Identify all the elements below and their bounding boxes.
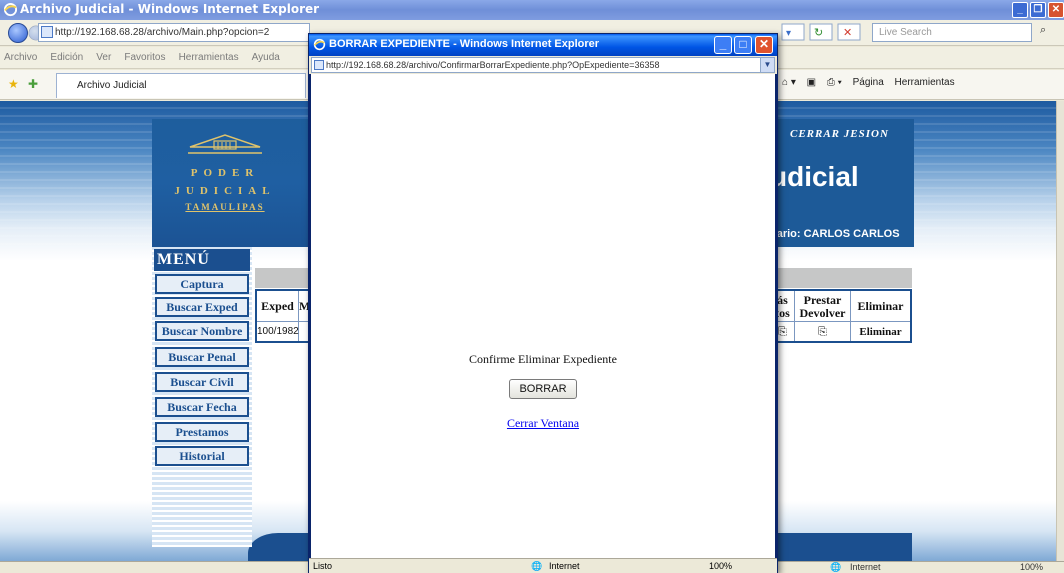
search-icon[interactable]: ⌕ (1040, 24, 1046, 37)
menu-archivo[interactable]: Archivo (4, 52, 37, 63)
menu-buscar-civil-button[interactable]: Buscar Civil (155, 372, 249, 392)
menu-edicion[interactable]: Edición (50, 52, 83, 63)
poder-judicial-logo: PODER JUDICIAL TAMAULIPAS (170, 131, 280, 241)
menu-captura-button[interactable]: Captura (155, 274, 249, 294)
logo-poder: PODER (190, 167, 260, 179)
feeds-icon[interactable]: ▣ (807, 77, 816, 88)
main-title-bar: Archivo Judicial - Windows Internet Expl… (0, 0, 1064, 20)
menu-buscar-fecha-button[interactable]: Buscar Fecha (155, 397, 249, 417)
delete-popup-window: BORRAR EXPEDIENTE - Windows Internet Exp… (308, 33, 778, 573)
internet-icon: 🌐 (830, 562, 842, 572)
confirm-message: Confirme Eliminar Expediente (469, 352, 617, 366)
menu-historial-button[interactable]: Historial (155, 446, 249, 466)
refresh-stop-icons[interactable]: ▾ ↻ ✕ (780, 23, 866, 41)
logo-judicial: JUDICIAL (174, 185, 276, 197)
back-button[interactable] (8, 23, 28, 43)
menu-ver[interactable]: Ver (96, 52, 111, 63)
page-icon (314, 60, 324, 70)
col-exped: Exped (257, 291, 299, 321)
popup-content: Confirme Eliminar Expediente BORRAR Cerr… (311, 74, 775, 558)
popup-minimize-button[interactable]: _ (714, 36, 732, 54)
user-label: uario: CARLOS CARLOS (770, 228, 900, 240)
nav-tools: ▾ ↻ ✕ (780, 23, 866, 44)
menu-prestamos-button[interactable]: Prestamos (155, 422, 249, 442)
menu-buscar-exped-button[interactable]: Buscar Exped (155, 297, 249, 317)
popup-title-bar: BORRAR EXPEDIENTE - Windows Internet Exp… (309, 34, 777, 56)
popup-status-zoom[interactable]: 100% (709, 560, 732, 572)
add-favorite-icon[interactable]: ✚ (28, 77, 38, 91)
ie-logo-icon (3, 2, 18, 17)
maximize-button[interactable]: ❐ (1030, 2, 1046, 18)
command-bar: ⌂ ▾ ▣ ⎙ ▾ Página Herramientas (782, 77, 963, 88)
building-icon (188, 134, 262, 154)
eliminar-link[interactable]: Eliminar (851, 321, 910, 341)
page-scrollbar[interactable] (1056, 101, 1064, 561)
cell-exped: 100/1982 (257, 321, 299, 341)
col-prestar-devolver: Prestar Devolver (795, 291, 851, 321)
logout-link[interactable]: CERRAR JESION (790, 128, 889, 140)
page-icon (41, 26, 53, 38)
popup-maximize-button[interactable]: □ (734, 36, 752, 54)
url-input[interactable]: http://192.168.68.28/archivo/Main.php?op… (38, 23, 310, 42)
ie-logo-icon (313, 38, 326, 51)
popup-url-field[interactable]: http://192.168.68.28/archivo/ConfirmarBo… (311, 57, 775, 73)
main-status-zoom[interactable]: 100% (1020, 562, 1043, 573)
svg-text:▾: ▾ (786, 28, 791, 39)
logo-tamaulipas: TAMAULIPAS (185, 202, 265, 212)
main-status-zone: Internet (850, 562, 881, 572)
print-icon[interactable]: ⎙ ▾ (827, 77, 842, 88)
delete-button[interactable]: BORRAR (509, 379, 577, 399)
page-menu[interactable]: Página (853, 77, 884, 88)
minimize-button[interactable]: _ (1012, 2, 1028, 18)
popup-title: BORRAR EXPEDIENTE - Windows Internet Exp… (329, 38, 600, 50)
svg-text:✕: ✕ (843, 26, 852, 39)
internet-icon: 🌐 (531, 561, 543, 571)
popup-address-bar: http://192.168.68.28/archivo/ConfirmarBo… (309, 56, 777, 74)
menu-title: MENÚ (154, 249, 250, 271)
prestar-icon[interactable]: ⎘ (795, 321, 851, 341)
popup-status-zone: Internet (549, 561, 580, 571)
home-icon[interactable]: ⌂ ▾ (782, 77, 796, 88)
chevron-down-icon[interactable]: ▼ (760, 58, 774, 72)
menu-buscar-nombre-button[interactable]: Buscar Nombre (155, 321, 249, 341)
tools-menu[interactable]: Herramientas (895, 77, 955, 88)
close-window-button[interactable]: ✕ (1048, 2, 1064, 18)
tab-archivo-judicial[interactable]: Archivo Judicial (56, 73, 306, 98)
menu-favoritos[interactable]: Favoritos (124, 52, 165, 63)
svg-text:↻: ↻ (814, 26, 823, 39)
page-title: udicial (770, 161, 859, 192)
menu-herramientas[interactable]: Herramientas (179, 52, 239, 63)
col-eliminar: Eliminar (857, 299, 904, 313)
menu-buscar-penal-button[interactable]: Buscar Penal (155, 347, 249, 367)
popup-status-text: Listo (313, 561, 333, 571)
menu-ayuda[interactable]: Ayuda (252, 52, 280, 63)
popup-close-button[interactable]: ✕ (755, 36, 773, 54)
close-window-link[interactable]: Cerrar Ventana (311, 416, 775, 431)
favorites-star-icon[interactable]: ★ (8, 77, 19, 91)
main-window-title: Archivo Judicial - Windows Internet Expl… (20, 2, 320, 16)
search-input[interactable]: Live Search (872, 23, 1032, 42)
popup-status-bar: Listo 🌐 Internet 100% (309, 558, 777, 573)
